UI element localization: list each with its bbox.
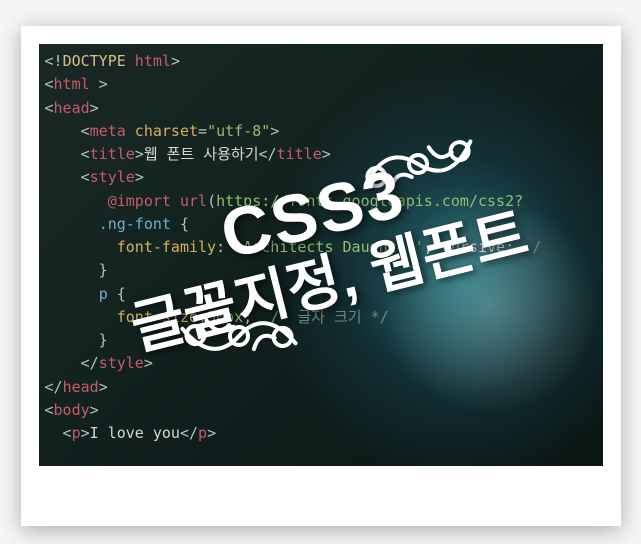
code-token: html (54, 75, 90, 93)
code-token (45, 215, 99, 233)
code-token: < (45, 122, 90, 140)
code-token: </ (180, 424, 198, 442)
code-token: title (277, 145, 322, 163)
code-token: body (54, 401, 90, 419)
code-token: p (72, 424, 81, 442)
code-token: = (198, 122, 207, 140)
code-token: < (45, 424, 72, 442)
code-token: <! (45, 52, 63, 70)
code-token: > (90, 99, 99, 117)
code-token: I love you (90, 424, 180, 442)
code-token: > (270, 122, 279, 140)
code-token: / (532, 238, 541, 256)
code-token: charset (126, 122, 198, 140)
code-token: < (45, 401, 54, 419)
code-token: < (45, 75, 54, 93)
code-token: > (135, 145, 144, 163)
code-token: < (45, 99, 54, 117)
code-token: > (322, 145, 331, 163)
code-token: @import (108, 192, 171, 210)
code-token (45, 192, 108, 210)
code-token (45, 285, 99, 303)
code-token: </ (45, 354, 99, 372)
code-token: } (45, 331, 108, 349)
code-token: } (45, 261, 108, 279)
code-token: > (90, 75, 108, 93)
code-token: > (171, 52, 180, 70)
code-token: < (45, 168, 90, 186)
code-token: > (135, 168, 144, 186)
code-token: DOCTYPE (63, 52, 126, 70)
code-token: style (99, 354, 144, 372)
code-token: </ (45, 378, 63, 396)
code-token: </ (259, 145, 277, 163)
code-token: > (99, 378, 108, 396)
code-token: html (126, 52, 171, 70)
code-token: head (63, 378, 99, 396)
code-token: < (45, 145, 90, 163)
code-token: title (90, 145, 135, 163)
code-token: > (81, 424, 90, 442)
code-token: "utf-8" (207, 122, 270, 140)
code-token: > (90, 401, 99, 419)
code-token: meta (90, 122, 126, 140)
code-token (45, 238, 117, 256)
photo-area: <!DOCTYPE html> <html > <head> <meta cha… (39, 44, 603, 466)
code-token: style (90, 168, 135, 186)
polaroid-frame: <!DOCTYPE html> <html > <head> <meta cha… (21, 26, 621, 526)
code-token: 웹 폰트 사용하기 (144, 145, 259, 163)
code-token: p (99, 285, 108, 303)
code-token: p (198, 424, 207, 442)
code-token: > (207, 424, 216, 442)
code-token (45, 308, 117, 326)
code-token: head (54, 99, 90, 117)
